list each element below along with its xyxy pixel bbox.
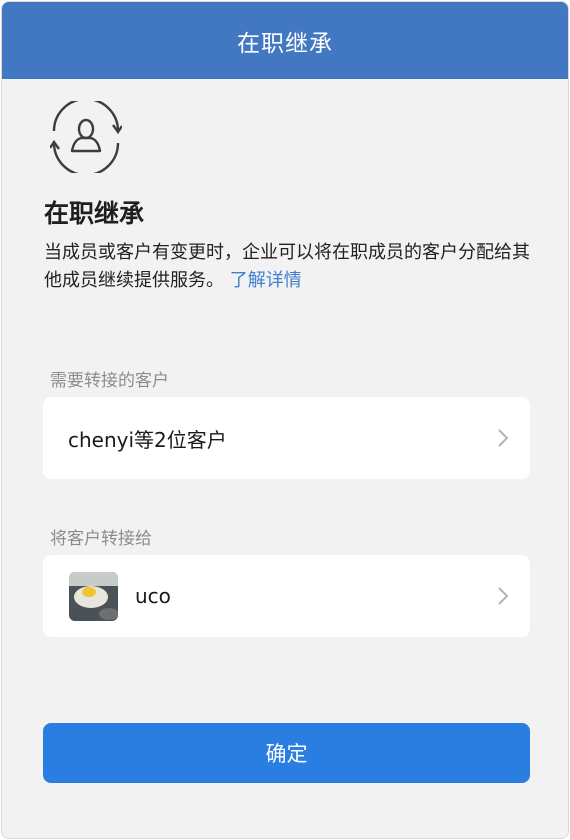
transfer-to-label: 将客户转接给 <box>50 529 152 549</box>
section-title: 在职继承 <box>44 199 145 228</box>
customers-label: 需要转接的客户 <box>50 371 169 391</box>
inherit-page: 在职继承 在职继承 当成员或客户有变更时，企业可以将在职成员的客户分配给其他成员… <box>1 1 569 839</box>
page-header: 在职继承 <box>2 2 568 79</box>
customers-value: chenyi等2位客户 <box>68 427 227 452</box>
description: 当成员或客户有变更时，企业可以将在职成员的客户分配给其他成员继续提供服务。 了解… <box>44 239 534 295</box>
customers-selector[interactable]: chenyi等2位客户 <box>43 397 530 479</box>
user-transfer-icon <box>50 101 122 173</box>
chevron-right-icon <box>498 429 509 447</box>
transfer-to-selector[interactable]: uco <box>43 555 530 637</box>
transfer-to-name: uco <box>135 584 171 608</box>
chevron-right-icon <box>498 587 509 605</box>
confirm-button[interactable]: 确定 <box>43 723 530 783</box>
learn-more-link[interactable]: 了解详情 <box>230 270 302 291</box>
header-title: 在职继承 <box>237 30 333 57</box>
avatar <box>69 571 118 621</box>
fried-egg-avatar <box>69 571 118 621</box>
